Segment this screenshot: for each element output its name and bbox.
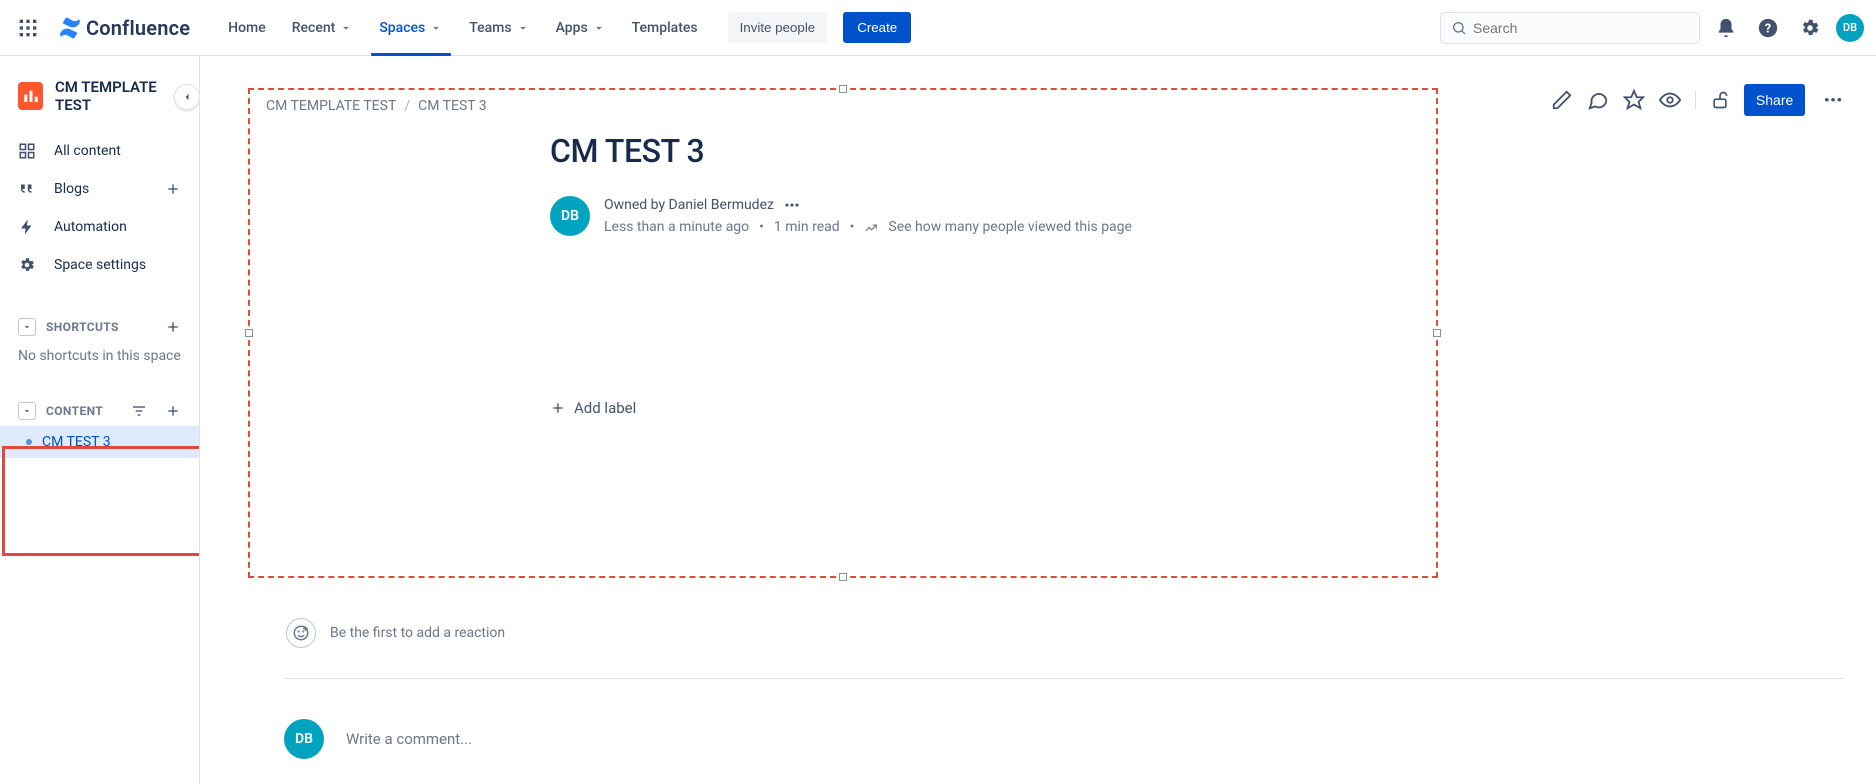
collapse-sidebar-button[interactable] [174, 84, 200, 110]
breadcrumb-page[interactable]: CM TEST 3 [418, 98, 487, 114]
add-shortcut-icon[interactable] [165, 319, 181, 335]
confluence-logo[interactable]: Confluence [52, 16, 196, 40]
filter-content-icon[interactable] [131, 403, 147, 419]
shortcuts-empty-text: No shortcuts in this space [0, 342, 199, 370]
edit-icon[interactable] [1551, 89, 1573, 111]
brand-text: Confluence [86, 16, 190, 40]
nav-recent[interactable]: Recent [282, 14, 364, 42]
add-content-icon[interactable] [165, 403, 181, 419]
resize-handle[interactable] [839, 573, 847, 581]
breadcrumb: CM TEMPLATE TEST / CM TEST 3 [250, 90, 1436, 132]
chevron-down-icon [592, 21, 606, 35]
top-nav: Confluence Home Recent Spaces Teams Apps… [0, 0, 1876, 56]
restrictions-icon[interactable] [1710, 90, 1730, 110]
bullet-icon [26, 439, 32, 445]
page-age: Less than a minute ago [604, 216, 749, 238]
app-switcher-icon[interactable] [12, 12, 44, 44]
confluence-icon [58, 16, 82, 40]
comment-placeholder[interactable]: Write a comment... [346, 730, 472, 748]
chevron-down-icon [339, 21, 353, 35]
sidebar: CM TEMPLATE TEST All content Blogs Autom… [0, 56, 200, 784]
divider [284, 678, 1844, 679]
sidebar-automation[interactable]: Automation [0, 208, 199, 246]
sidebar-space-settings[interactable]: Space settings [0, 246, 199, 284]
nav-spaces[interactable]: Spaces [369, 14, 453, 42]
nav-templates[interactable]: Templates [622, 14, 708, 42]
page-title: CM TEST 3 [550, 132, 1396, 170]
chevron-down-icon [429, 21, 443, 35]
nav-apps[interactable]: Apps [546, 14, 616, 42]
invite-people-button[interactable]: Invite people [728, 12, 828, 43]
user-avatar[interactable]: DB [1836, 14, 1864, 42]
grid-icon [18, 142, 40, 160]
owned-by-text: Owned by Daniel Bermudez [604, 194, 774, 216]
gear-icon [18, 256, 40, 274]
space-icon [18, 82, 43, 110]
add-blog-icon[interactable] [165, 181, 181, 197]
annotation-highlight-content [2, 446, 200, 556]
sidebar-all-content[interactable]: All content [0, 132, 199, 170]
view-analytics-link[interactable]: See how many people viewed this page [888, 216, 1132, 238]
comment-box[interactable]: DB Write a comment... [284, 719, 1844, 759]
annotation-dashed-region: CM TEMPLATE TEST / CM TEST 3 CM TEST 3 D… [248, 88, 1438, 578]
reaction-prompt: Be the first to add a reaction [330, 625, 505, 641]
more-actions-icon[interactable]: ··· [1819, 94, 1846, 106]
help-icon[interactable]: ? [1752, 12, 1784, 44]
page-actions: Share ··· [1551, 84, 1846, 116]
resize-handle[interactable] [245, 329, 253, 337]
reactions-bar: Be the first to add a reaction [286, 618, 1844, 648]
content-toggle[interactable] [18, 402, 36, 420]
shortcuts-toggle[interactable] [18, 318, 36, 336]
svg-text:?: ? [1765, 21, 1771, 36]
comment-avatar: DB [284, 719, 324, 759]
add-reaction-button[interactable] [286, 618, 316, 648]
byline-more-icon[interactable]: ··· [784, 201, 799, 209]
create-button[interactable]: Create [843, 12, 911, 43]
shortcuts-section-header: SHORTCUTS [0, 312, 199, 342]
read-time: 1 min read [774, 216, 840, 238]
chevron-down-icon [516, 21, 530, 35]
breadcrumb-space[interactable]: CM TEMPLATE TEST [266, 98, 396, 114]
resize-handle[interactable] [839, 85, 847, 93]
search-input[interactable] [1440, 12, 1700, 44]
nav-teams[interactable]: Teams [459, 14, 539, 42]
nav-home[interactable]: Home [218, 14, 276, 42]
author-avatar[interactable]: DB [550, 196, 590, 236]
content-section-header: CONTENT [0, 396, 199, 426]
comment-icon[interactable] [1587, 89, 1609, 111]
share-button[interactable]: Share [1744, 84, 1805, 116]
star-icon[interactable] [1623, 89, 1645, 111]
space-name[interactable]: CM TEMPLATE TEST [55, 78, 181, 114]
notifications-icon[interactable] [1710, 12, 1742, 44]
resize-handle[interactable] [1433, 329, 1441, 337]
search-icon [1451, 20, 1467, 36]
settings-icon[interactable] [1794, 12, 1826, 44]
add-label-button[interactable]: Add label [550, 399, 636, 417]
bolt-icon [18, 218, 40, 236]
main-content: Share ··· CM TEMPLATE TEST / CM TEST 3 C… [200, 56, 1876, 784]
watch-icon[interactable] [1659, 89, 1681, 111]
analytics-icon [864, 221, 878, 235]
quote-icon [18, 180, 40, 198]
sidebar-blogs[interactable]: Blogs [0, 170, 199, 208]
content-tree-item[interactable]: CM TEST 3 [0, 426, 199, 458]
